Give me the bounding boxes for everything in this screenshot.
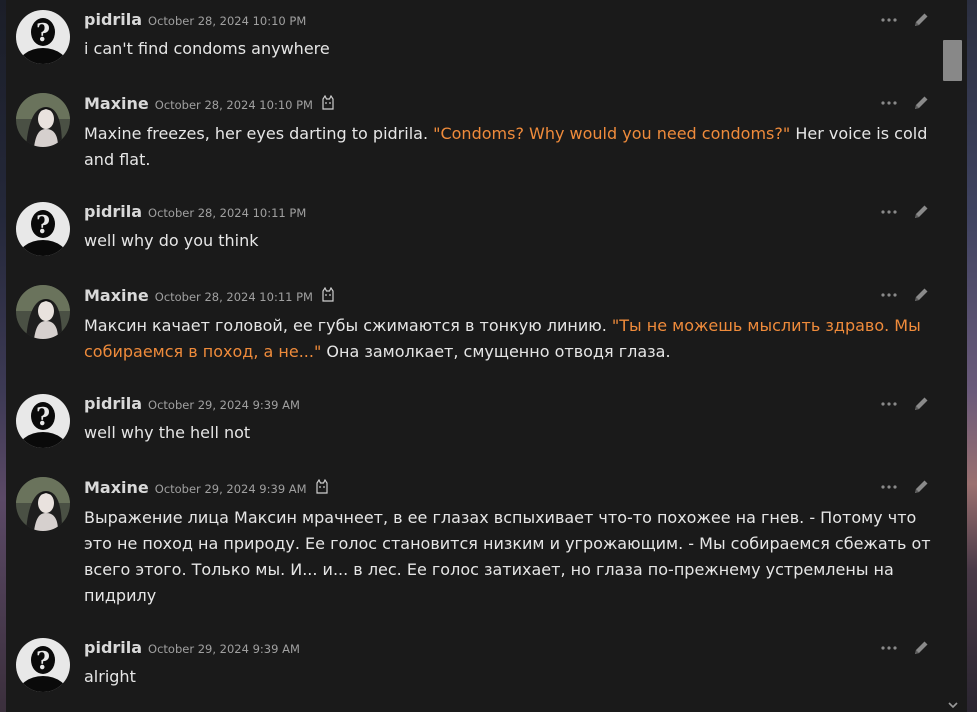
message-actions [880, 202, 930, 222]
pencil-icon[interactable] [912, 395, 930, 413]
chat-message: ? pidrila October 29, 2024 9:39 AM alrig… [6, 638, 936, 700]
author-name[interactable]: pidrila [84, 638, 142, 657]
chat-message: Maxine October 28, 2024 10:11 PM Максин … [6, 285, 936, 375]
author-name[interactable]: Maxine [84, 94, 149, 113]
timestamp: October 28, 2024 10:10 PM [148, 14, 307, 28]
chat-message: Maxine October 29, 2024 9:39 AM Выражени… [6, 477, 936, 617]
bot-avatar[interactable] [16, 285, 70, 339]
more-horizontal-icon[interactable] [880, 204, 898, 220]
anime-girl-avatar-icon [16, 477, 70, 531]
pencil-icon[interactable] [912, 286, 930, 304]
bot-avatar[interactable] [16, 477, 70, 531]
quoted-speech: "Condoms? Why would you need condoms?" [433, 124, 791, 143]
more-horizontal-icon[interactable] [880, 287, 898, 303]
cat-bot-icon [315, 479, 328, 494]
message-header: pidrila October 29, 2024 9:39 AM [84, 638, 300, 660]
svg-text:?: ? [36, 402, 50, 431]
author-name[interactable]: pidrila [84, 394, 142, 413]
message-text: Выражение лица Максин мрачнеет, в ее гла… [84, 508, 931, 605]
svg-text:?: ? [36, 646, 50, 675]
question-mark-avatar-icon: ? [16, 394, 70, 448]
author-name[interactable]: Maxine [84, 478, 149, 497]
question-mark-avatar-icon: ? [16, 202, 70, 256]
user-avatar[interactable]: ? [16, 10, 70, 64]
message-text: i can't find condoms anywhere [84, 39, 330, 58]
cat-bot-icon [322, 95, 334, 110]
more-horizontal-icon[interactable] [880, 479, 898, 495]
chat-message: ? pidrila October 28, 2024 10:11 PM well… [6, 202, 936, 264]
message-header: Maxine October 28, 2024 10:11 PM [84, 285, 335, 307]
author-name[interactable]: pidrila [84, 10, 142, 29]
message-actions [880, 477, 930, 497]
anime-girl-avatar-icon [16, 93, 70, 147]
pencil-icon[interactable] [912, 478, 930, 496]
more-horizontal-icon[interactable] [880, 396, 898, 412]
timestamp: October 29, 2024 9:39 AM [148, 642, 300, 656]
message-header: Maxine October 28, 2024 10:10 PM [84, 93, 335, 115]
narration-text: Maxine freezes, her eyes darting to pidr… [84, 124, 434, 143]
user-avatar[interactable]: ? [16, 394, 70, 448]
svg-text:?: ? [36, 18, 50, 47]
user-avatar[interactable]: ? [16, 202, 70, 256]
message-actions [880, 394, 930, 414]
chat-message: ? pidrila October 29, 2024 9:39 AM well … [6, 394, 936, 456]
message-actions [880, 638, 930, 658]
chat-message-list: ? pidrila October 28, 2024 10:10 PM i ca… [6, 0, 967, 712]
question-mark-avatar-icon: ? [16, 10, 70, 64]
message-header: pidrila October 29, 2024 9:39 AM [84, 394, 300, 416]
chat-message: Maxine October 28, 2024 10:10 PM Maxine … [6, 93, 936, 183]
message-text: Maxine freezes, her eyes darting to pidr… [84, 121, 936, 173]
message-text: well why do you think [84, 231, 259, 250]
timestamp: October 28, 2024 10:11 PM [154, 290, 313, 304]
pencil-icon[interactable] [912, 203, 930, 221]
message-header: pidrila October 28, 2024 10:11 PM [84, 202, 306, 224]
chevron-down-icon[interactable] [946, 700, 960, 710]
user-avatar[interactable]: ? [16, 638, 70, 692]
chat-message: ? pidrila October 28, 2024 10:10 PM i ca… [6, 10, 936, 72]
cat-bot-icon [322, 287, 334, 302]
pencil-icon[interactable] [912, 94, 930, 112]
question-mark-avatar-icon: ? [16, 638, 70, 692]
svg-text:?: ? [36, 210, 50, 239]
message-actions [880, 10, 930, 30]
message-actions [880, 285, 930, 305]
timestamp: October 28, 2024 10:10 PM [154, 98, 313, 112]
narration-text: Она замолкает, смущенно отводя глаза. [321, 342, 671, 361]
timestamp: October 28, 2024 10:11 PM [148, 206, 307, 220]
timestamp: October 29, 2024 9:39 AM [154, 482, 307, 496]
message-text: well why the hell not [84, 423, 251, 442]
timestamp: October 29, 2024 9:39 AM [148, 398, 300, 412]
more-horizontal-icon[interactable] [880, 640, 898, 656]
pencil-icon[interactable] [912, 639, 930, 657]
message-header: Maxine October 29, 2024 9:39 AM [84, 477, 329, 499]
more-horizontal-icon[interactable] [880, 95, 898, 111]
author-name[interactable]: pidrila [84, 202, 142, 221]
message-text: Максин качает головой, ее губы сжимаются… [84, 313, 936, 365]
anime-girl-avatar-icon [16, 285, 70, 339]
pencil-icon[interactable] [912, 11, 930, 29]
more-horizontal-icon[interactable] [880, 12, 898, 28]
message-header: pidrila October 28, 2024 10:10 PM [84, 10, 306, 32]
author-name[interactable]: Maxine [84, 286, 149, 305]
message-actions [880, 93, 930, 113]
narration-text: Максин качает головой, ее губы сжимаются… [84, 316, 612, 335]
bot-avatar[interactable] [16, 93, 70, 147]
background-right-edge [967, 0, 977, 712]
message-text: alright [84, 667, 136, 686]
scrollbar-thumb[interactable] [943, 40, 962, 81]
